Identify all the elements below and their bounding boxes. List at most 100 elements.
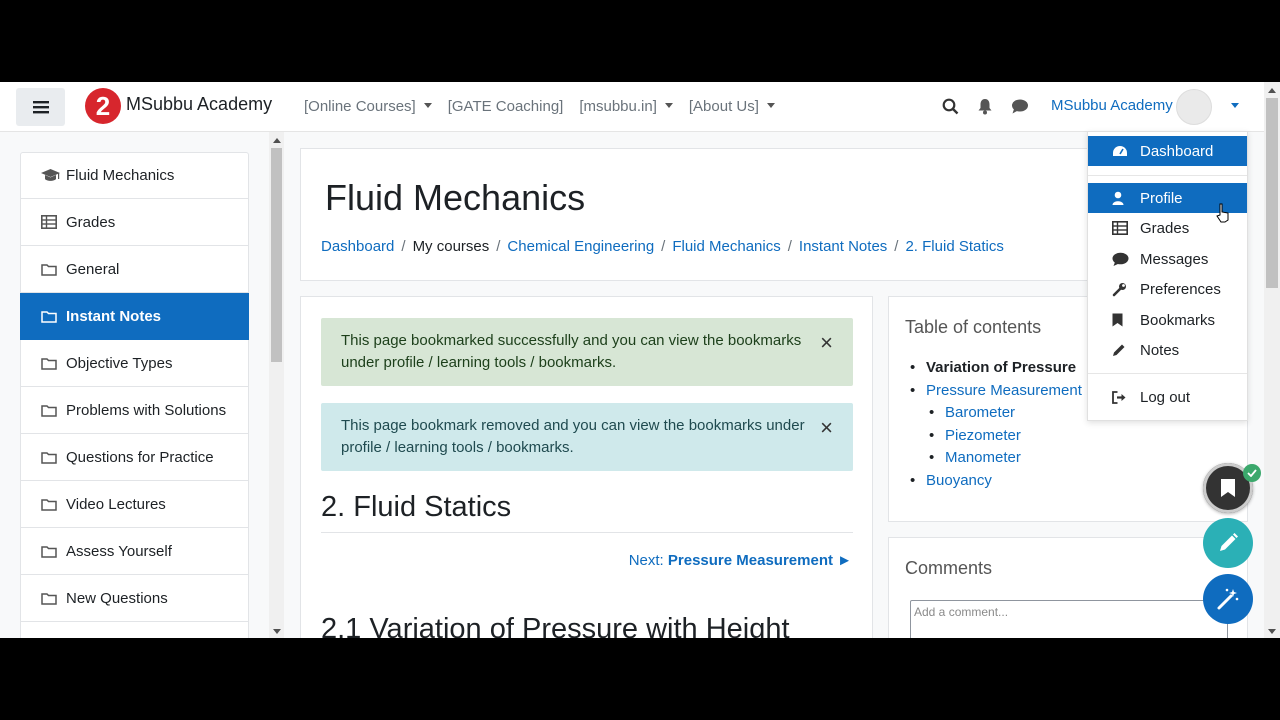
toc-list: Variation of Pressure Pressure Measureme…	[905, 357, 1082, 492]
drawer-item-assess-yourself[interactable]: Assess Yourself	[20, 528, 249, 575]
drawer-scroll-thumb[interactable]	[271, 148, 282, 362]
top-navbar: 2 MSubbu Academy [Online Courses] [GATE …	[0, 82, 1264, 132]
close-icon[interactable]: ×	[820, 332, 833, 354]
drawer-item-grades[interactable]: Grades	[20, 199, 249, 246]
tachometer-icon	[1112, 145, 1140, 158]
drawer-item-label: Problems with Solutions	[66, 401, 227, 419]
nav-msubbu-in[interactable]: [msubbu.in]	[579, 98, 673, 115]
site-logo[interactable]: 2	[85, 88, 121, 124]
scroll-down-arrow-icon[interactable]	[1268, 629, 1276, 634]
course-drawer: Fluid Mechanics Grades General Instant N…	[0, 132, 286, 638]
graduation-cap-icon	[41, 168, 65, 183]
drawer-item-questions-for-practice[interactable]: Questions for Practice	[20, 434, 249, 481]
toc-item[interactable]: Piezometer	[905, 425, 1082, 448]
folder-icon	[41, 404, 65, 417]
menu-item-messages[interactable]: Messages	[1088, 244, 1247, 274]
menu-item-notes[interactable]: Notes	[1088, 335, 1247, 365]
subsection-heading: 2.1 Variation of Pressure with Height	[321, 613, 790, 638]
folder-icon	[41, 357, 65, 370]
drawer-toggle-button[interactable]	[16, 88, 65, 126]
primary-nav: [Online Courses] [GATE Coaching] [msubbu…	[304, 98, 791, 115]
table-icon	[1112, 221, 1140, 235]
drawer-item-video-lectures[interactable]: Video Lectures	[20, 481, 249, 528]
breadcrumb-fluid-mechanics[interactable]: Fluid Mechanics	[672, 238, 780, 255]
folder-icon	[41, 263, 65, 276]
menu-divider	[1088, 175, 1247, 176]
drawer-item-problems-with-solutions[interactable]: Problems with Solutions	[20, 387, 249, 434]
folder-icon	[41, 592, 65, 605]
nav-online-courses[interactable]: [Online Courses]	[304, 98, 432, 115]
chat-bubble-icon	[1112, 252, 1140, 267]
alert-message: This page bookmark removed and you can v…	[341, 417, 805, 456]
drawer-item-general[interactable]: General	[20, 246, 249, 293]
nav-icon-group	[942, 98, 1029, 115]
wrench-icon	[1112, 282, 1140, 297]
menu-item-bookmarks[interactable]: Bookmarks	[1088, 305, 1247, 335]
page-scroll-thumb[interactable]	[1266, 98, 1278, 288]
search-icon[interactable]	[942, 98, 959, 115]
folder-icon	[41, 310, 65, 323]
page-scrollbar[interactable]	[1264, 82, 1280, 638]
hand-cursor-icon	[1216, 203, 1229, 223]
comments-block: Comments Add a comment...	[888, 537, 1248, 638]
scroll-up-arrow-icon[interactable]	[1268, 88, 1276, 93]
toc-item[interactable]: Buoyancy	[905, 470, 1082, 493]
drawer-item-new-questions[interactable]: New Questions	[20, 575, 249, 622]
toc-item: Variation of Pressure	[905, 357, 1082, 380]
next-prefix: Next:	[628, 552, 668, 569]
breadcrumb-instant-notes[interactable]: Instant Notes	[799, 238, 887, 255]
breadcrumb-my-courses: My courses	[412, 238, 490, 255]
bookmark-icon	[1221, 479, 1235, 497]
alert-bookmark-added: This page bookmarked successfully and yo…	[321, 318, 853, 386]
drawer-item-label: Instant Notes	[66, 307, 162, 325]
drawer-item-instant-notes[interactable]: Instant Notes	[20, 293, 249, 340]
drawer-item-objective-types[interactable]: Objective Types	[20, 340, 249, 387]
page-title: Fluid Mechanics	[325, 177, 586, 218]
check-badge-icon	[1243, 464, 1261, 482]
nav-about-us[interactable]: [About Us]	[689, 98, 775, 115]
page-content: This page bookmarked successfully and yo…	[300, 296, 873, 638]
menu-item-dashboard[interactable]: Dashboard	[1088, 136, 1247, 166]
comment-input[interactable]: Add a comment...	[910, 600, 1228, 638]
drawer-item-partial[interactable]	[20, 622, 249, 638]
menu-item-logout[interactable]: Log out	[1088, 382, 1247, 412]
drawer-item-label: Video Lectures	[66, 495, 166, 513]
next-page-link[interactable]: Next: Pressure Measurement ►	[629, 552, 852, 569]
menu-item-preferences[interactable]: Preferences	[1088, 274, 1247, 304]
bell-icon[interactable]	[977, 98, 993, 115]
drawer-item-label: General	[66, 260, 120, 278]
drawer-item-fluid-mechanics[interactable]: Fluid Mechanics	[20, 152, 249, 199]
user-dropdown-menu: Dashboard Profile Grades Messages Prefer…	[1087, 131, 1248, 421]
breadcrumb-chemical-engineering[interactable]: Chemical Engineering	[507, 238, 654, 255]
breadcrumb-fluid-statics[interactable]: 2. Fluid Statics	[905, 238, 1003, 255]
breadcrumb: Dashboard / My courses / Chemical Engineerin…	[321, 238, 1004, 255]
user-avatar[interactable]	[1176, 89, 1212, 125]
breadcrumb-dashboard[interactable]: Dashboard	[321, 238, 394, 255]
magic-tools-fab[interactable]	[1203, 574, 1253, 624]
drawer-item-label: Objective Types	[66, 354, 173, 372]
chevron-down-icon[interactable]	[1231, 103, 1239, 108]
drawer-item-label: New Questions	[66, 589, 168, 607]
drawer-scrollbar[interactable]	[269, 132, 284, 638]
browser-viewport: 2 MSubbu Academy [Online Courses] [GATE …	[0, 82, 1280, 638]
drawer-nav-list: Fluid Mechanics Grades General Instant N…	[20, 152, 249, 638]
user-icon	[1112, 191, 1140, 205]
scroll-down-arrow-icon[interactable]	[273, 629, 281, 634]
next-page-title: Pressure Measurement	[667, 552, 833, 569]
toc-item[interactable]: Pressure Measurement	[905, 380, 1082, 403]
magic-wand-icon	[1217, 588, 1239, 610]
alert-message: This page bookmarked successfully and yo…	[341, 332, 802, 371]
pencil-icon	[1220, 533, 1238, 551]
chat-bubble-icon[interactable]	[1011, 98, 1029, 115]
close-icon[interactable]: ×	[820, 417, 833, 439]
pencil-icon	[1112, 343, 1140, 357]
next-arrow-icon: ►	[832, 552, 852, 569]
user-menu-toggle[interactable]: MSubbu Academy	[1051, 97, 1173, 114]
toc-item[interactable]: Barometer	[905, 402, 1082, 425]
bookmark-icon	[1112, 313, 1140, 327]
toc-item[interactable]: Manometer	[905, 447, 1082, 470]
nav-gate-coaching[interactable]: [GATE Coaching]	[448, 98, 564, 115]
scroll-up-arrow-icon[interactable]	[273, 138, 281, 143]
notes-fab[interactable]	[1203, 518, 1253, 568]
site-brand-name[interactable]: MSubbu Academy	[126, 94, 272, 115]
